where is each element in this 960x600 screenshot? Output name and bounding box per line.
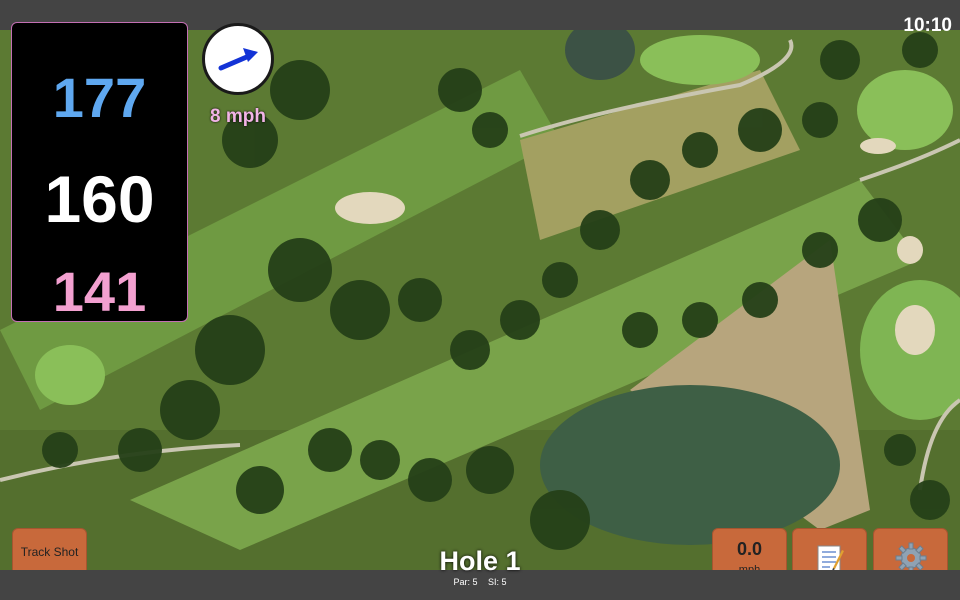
hole-par: Par: 5 [453,577,478,587]
wind-arrow-icon [218,48,258,71]
front-distance: 141 [52,260,147,323]
speed-value: 0.0 [736,539,763,559]
hole-title: Hole 1 [439,546,521,576]
hole-stroke-index: SI: 5 [488,577,507,587]
wind-speed-label: 8 mph [210,106,266,127]
back-distance: 177 [52,66,147,129]
wind-direction-dial [202,23,274,95]
status-time: 10:10 [903,15,952,36]
yardage-panel: 177 160 141 [11,22,188,323]
middle-distance: 160 [44,162,155,236]
track-shot-label: Track Shot [20,545,79,559]
hole-info: Par: 5 SI: 5 [380,577,580,587]
